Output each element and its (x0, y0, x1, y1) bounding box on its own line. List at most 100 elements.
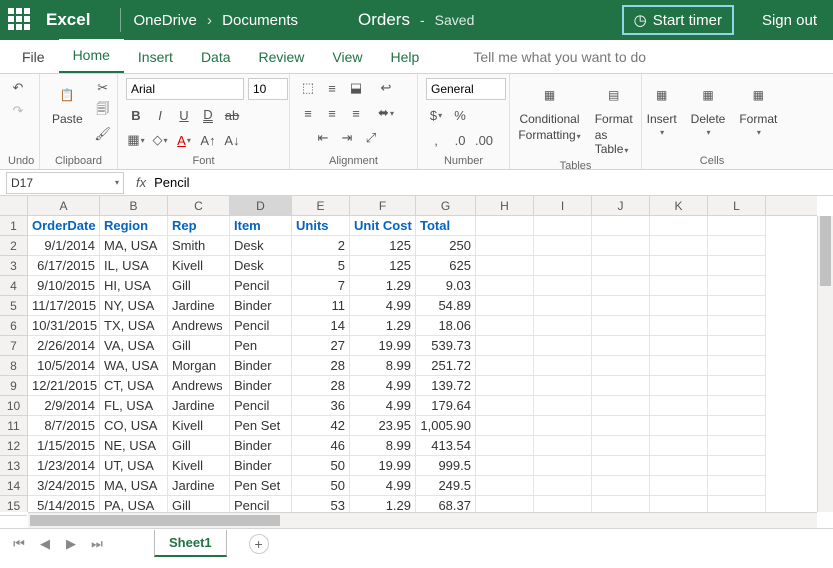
col-header-L[interactable]: L (708, 196, 766, 215)
cell[interactable]: MA, USA (100, 476, 168, 496)
cell[interactable]: Andrews (168, 376, 230, 396)
cell[interactable]: 18.06 (416, 316, 476, 336)
row-header[interactable]: 13 (0, 456, 27, 476)
column-headers[interactable]: ABCDEFGHIJKL (28, 196, 817, 216)
row-header[interactable]: 6 (0, 316, 27, 336)
cell[interactable] (708, 356, 766, 376)
row-header[interactable]: 10 (0, 396, 27, 416)
cell[interactable]: Pen (230, 336, 292, 356)
cell[interactable]: Binder (230, 376, 292, 396)
underline-icon[interactable]: U (174, 105, 194, 125)
redo-icon[interactable]: ↷ (8, 101, 28, 121)
cell[interactable]: 4.99 (350, 296, 416, 316)
tab-insert[interactable]: Insert (124, 41, 187, 73)
cell[interactable]: 1,005.90 (416, 416, 476, 436)
cell[interactable]: IL, USA (100, 256, 168, 276)
align-top-icon[interactable]: ⬚ (298, 78, 318, 98)
cell[interactable]: 139.72 (416, 376, 476, 396)
cell[interactable]: Binder (230, 436, 292, 456)
cell[interactable] (650, 476, 708, 496)
cell[interactable] (592, 476, 650, 496)
cell[interactable] (650, 416, 708, 436)
format-cells-button[interactable]: ▦ Format▾ (735, 78, 781, 139)
decrease-decimal-icon[interactable]: .00 (474, 130, 494, 150)
cell[interactable]: Smith (168, 236, 230, 256)
cell[interactable]: OrderDate (28, 216, 100, 236)
cell[interactable]: 23.95 (350, 416, 416, 436)
currency-icon[interactable]: $▾ (426, 105, 446, 125)
cell[interactable] (650, 296, 708, 316)
number-format-select[interactable] (426, 78, 506, 100)
cell[interactable]: 3/24/2015 (28, 476, 100, 496)
strike-icon[interactable]: ab (222, 105, 242, 125)
cell[interactable] (650, 216, 708, 236)
increase-indent-icon[interactable]: ⇥ (337, 128, 357, 148)
cell[interactable] (534, 336, 592, 356)
cell[interactable] (650, 256, 708, 276)
cell[interactable]: VA, USA (100, 336, 168, 356)
cell[interactable] (650, 336, 708, 356)
cell[interactable] (708, 316, 766, 336)
cell[interactable] (708, 216, 766, 236)
row-header[interactable]: 1 (0, 216, 27, 236)
cell[interactable]: Binder (230, 356, 292, 376)
cell[interactable]: WA, USA (100, 356, 168, 376)
bold-icon[interactable]: B (126, 105, 146, 125)
fill-color-icon[interactable]: ◇▾ (150, 130, 170, 150)
cell[interactable] (650, 236, 708, 256)
cell[interactable] (476, 316, 534, 336)
cell[interactable] (476, 376, 534, 396)
cell[interactable] (708, 376, 766, 396)
sheet-nav-next-icon[interactable]: ▶ (62, 535, 80, 553)
cell[interactable] (534, 276, 592, 296)
cell[interactable]: 50 (292, 456, 350, 476)
cell[interactable] (592, 376, 650, 396)
cell[interactable]: 251.72 (416, 356, 476, 376)
cell[interactable] (592, 316, 650, 336)
cell[interactable] (476, 336, 534, 356)
cell[interactable] (592, 356, 650, 376)
cell[interactable]: NY, USA (100, 296, 168, 316)
cell[interactable]: 14 (292, 316, 350, 336)
cell[interactable] (534, 376, 592, 396)
decrease-indent-icon[interactable]: ⇤ (313, 128, 333, 148)
cut-icon[interactable]: ✂ (93, 78, 113, 98)
cell[interactable]: 9/1/2014 (28, 236, 100, 256)
cell[interactable]: Pencil (230, 396, 292, 416)
cell[interactable] (708, 416, 766, 436)
cell[interactable]: Morgan (168, 356, 230, 376)
cell[interactable]: 10/5/2014 (28, 356, 100, 376)
cell[interactable] (708, 296, 766, 316)
cell[interactable] (592, 336, 650, 356)
format-as-table-button[interactable]: ▤ Format as Table▾ (591, 78, 637, 158)
cell[interactable]: 9/10/2015 (28, 276, 100, 296)
font-size-select[interactable] (248, 78, 288, 100)
cell[interactable]: 28 (292, 376, 350, 396)
cell[interactable] (476, 216, 534, 236)
cell[interactable]: Andrews (168, 316, 230, 336)
cell[interactable] (592, 276, 650, 296)
col-header-H[interactable]: H (476, 196, 534, 215)
row-header[interactable]: 4 (0, 276, 27, 296)
tab-file[interactable]: File (8, 41, 59, 73)
cell[interactable] (708, 236, 766, 256)
cell[interactable]: 539.73 (416, 336, 476, 356)
align-left-icon[interactable]: ≡ (298, 103, 318, 123)
conditional-formatting-button[interactable]: ▦ Conditional Formatting▾ (514, 78, 584, 144)
row-header[interactable]: 3 (0, 256, 27, 276)
cell[interactable] (708, 396, 766, 416)
cell[interactable] (650, 316, 708, 336)
breadcrumb-documents[interactable]: Documents (222, 12, 298, 29)
cell[interactable]: 250 (416, 236, 476, 256)
cell[interactable]: Item (230, 216, 292, 236)
cell[interactable] (534, 316, 592, 336)
cell[interactable] (476, 256, 534, 276)
col-header-D[interactable]: D (230, 196, 292, 215)
col-header-A[interactable]: A (28, 196, 100, 215)
cell[interactable] (476, 416, 534, 436)
cell[interactable]: 19.99 (350, 456, 416, 476)
cell[interactable] (476, 276, 534, 296)
cell[interactable] (476, 236, 534, 256)
cell[interactable]: Kivell (168, 256, 230, 276)
sign-out-link[interactable]: Sign out (762, 12, 817, 29)
